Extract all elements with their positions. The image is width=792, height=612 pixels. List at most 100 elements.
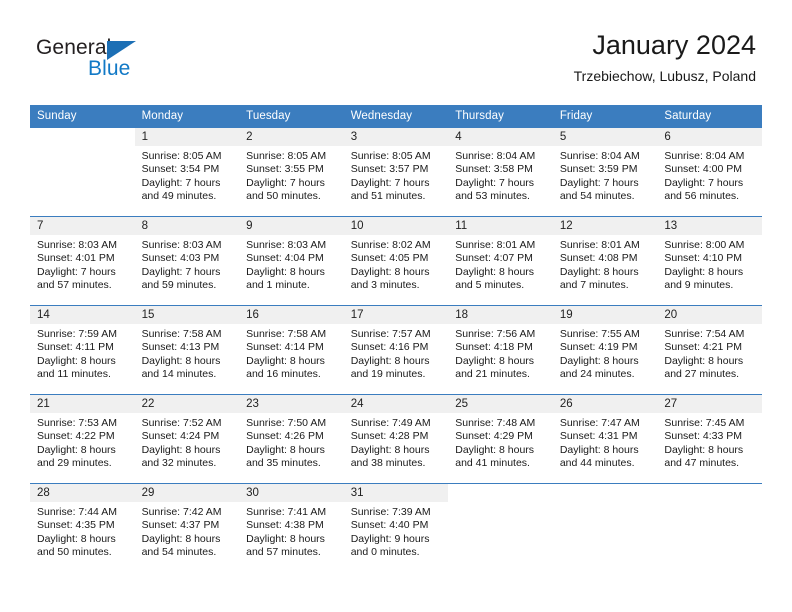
sunset-text: Sunset: 4:14 PM	[246, 341, 324, 354]
day-number: 6	[657, 128, 762, 146]
day-cell[interactable]: 8 Sunrise: 8:03 AM Sunset: 4:03 PM Dayli…	[134, 216, 240, 306]
daylight-text-line1: Daylight: 8 hours	[141, 532, 221, 545]
day-detail: Sunrise: 8:05 AM Sunset: 3:55 PM Dayligh…	[239, 146, 344, 204]
sunset-text: Sunset: 4:22 PM	[37, 430, 115, 443]
day-detail: Sunrise: 7:49 AM Sunset: 4:28 PM Dayligh…	[344, 413, 449, 471]
day-cell[interactable]: 26 Sunrise: 7:47 AM Sunset: 4:31 PM Dayl…	[552, 394, 658, 484]
day-cell[interactable]: 22 Sunrise: 7:52 AM Sunset: 4:24 PM Dayl…	[134, 394, 240, 484]
day-cell[interactable]: 7 Sunrise: 8:03 AM Sunset: 4:01 PM Dayli…	[30, 216, 135, 306]
day-cell[interactable]: 21 Sunrise: 7:53 AM Sunset: 4:22 PM Dayl…	[30, 394, 135, 484]
day-number: 30	[239, 484, 344, 502]
day-cell[interactable]: 19 Sunrise: 7:55 AM Sunset: 4:19 PM Dayl…	[552, 305, 658, 395]
sunset-text: Sunset: 3:55 PM	[246, 163, 324, 176]
title-block: January 2024 Trzebiechow, Lubusz, Poland	[574, 28, 756, 85]
sunrise-text: Sunrise: 7:48 AM	[455, 417, 536, 429]
day-cell[interactable]: 29 Sunrise: 7:42 AM Sunset: 4:37 PM Dayl…	[134, 483, 240, 573]
day-cell[interactable]: 31 Sunrise: 7:39 AM Sunset: 4:40 PM Dayl…	[343, 483, 449, 573]
day-cell[interactable]: 27 Sunrise: 7:45 AM Sunset: 4:33 PM Dayl…	[657, 394, 762, 484]
daylight-text-line1: Daylight: 7 hours	[350, 176, 430, 189]
sunrise-text: Sunrise: 7:45 AM	[664, 417, 745, 429]
daylight-text-line1: Daylight: 7 hours	[141, 176, 221, 189]
day-cell[interactable]: 30 Sunrise: 7:41 AM Sunset: 4:38 PM Dayl…	[239, 483, 344, 573]
day-cell[interactable]: 28 Sunrise: 7:44 AM Sunset: 4:35 PM Dayl…	[30, 483, 135, 573]
sunset-text: Sunset: 3:57 PM	[350, 163, 429, 176]
day-cell[interactable]: 25 Sunrise: 7:48 AM Sunset: 4:29 PM Dayl…	[448, 394, 553, 484]
day-detail	[448, 502, 553, 506]
sunrise-text: Sunrise: 7:58 AM	[246, 328, 327, 340]
daylight-text-line2: and 57 minutes.	[246, 546, 321, 559]
sunset-text: Sunset: 4:33 PM	[664, 430, 743, 443]
day-cell[interactable]: 5 Sunrise: 8:04 AM Sunset: 3:59 PM Dayli…	[552, 127, 658, 217]
sunrise-sunset-calendar: Sunday Monday Tuesday Wednesday Thursday…	[30, 105, 762, 573]
day-number: 18	[448, 306, 553, 324]
sunrise-text: Sunrise: 8:03 AM	[37, 239, 117, 251]
daylight-text-line1: Daylight: 8 hours	[141, 354, 221, 367]
day-detail: Sunrise: 8:01 AM Sunset: 4:07 PM Dayligh…	[448, 235, 553, 293]
calendar-week-row: 21 Sunrise: 7:53 AM Sunset: 4:22 PM Dayl…	[30, 394, 762, 484]
daylight-text-line2: and 0 minutes.	[350, 546, 420, 559]
daylight-text-line1: Daylight: 8 hours	[455, 443, 535, 456]
day-cell[interactable]: 11 Sunrise: 8:01 AM Sunset: 4:07 PM Dayl…	[448, 216, 553, 306]
day-detail: Sunrise: 7:42 AM Sunset: 4:37 PM Dayligh…	[135, 502, 240, 560]
day-detail: Sunrise: 7:41 AM Sunset: 4:38 PM Dayligh…	[239, 502, 344, 560]
day-detail: Sunrise: 7:50 AM Sunset: 4:26 PM Dayligh…	[239, 413, 344, 471]
day-cell[interactable]: 14 Sunrise: 7:59 AM Sunset: 4:11 PM Dayl…	[30, 305, 135, 395]
daylight-text-line2: and 49 minutes.	[141, 190, 217, 203]
day-cell[interactable]: 3 Sunrise: 8:05 AM Sunset: 3:57 PM Dayli…	[343, 127, 449, 217]
daylight-text-line2: and 29 minutes.	[37, 457, 112, 470]
daylight-text-line2: and 19 minutes.	[350, 368, 426, 381]
daylight-text-line1: Daylight: 7 hours	[559, 176, 639, 189]
day-cell[interactable]: 13 Sunrise: 8:00 AM Sunset: 4:10 PM Dayl…	[657, 216, 762, 306]
daylight-text-line1: Daylight: 8 hours	[350, 354, 430, 367]
day-cell[interactable]: 6 Sunrise: 8:04 AM Sunset: 4:00 PM Dayli…	[657, 127, 762, 217]
day-cell[interactable]: 1 Sunrise: 8:05 AM Sunset: 3:54 PM Dayli…	[134, 127, 240, 217]
day-detail: Sunrise: 7:54 AM Sunset: 4:21 PM Dayligh…	[657, 324, 762, 382]
daylight-text-line1: Daylight: 8 hours	[455, 265, 535, 278]
daylight-text-line2: and 35 minutes.	[246, 457, 321, 470]
calendar-header-row: Sunday Monday Tuesday Wednesday Thursday…	[30, 105, 762, 128]
sunset-text: Sunset: 4:08 PM	[559, 252, 638, 265]
day-detail: Sunrise: 8:03 AM Sunset: 4:04 PM Dayligh…	[239, 235, 344, 293]
day-cell[interactable]: 4 Sunrise: 8:04 AM Sunset: 3:58 PM Dayli…	[448, 127, 553, 217]
day-number: 17	[343, 306, 449, 324]
day-detail: Sunrise: 7:56 AM Sunset: 4:18 PM Dayligh…	[448, 324, 553, 382]
sunset-text: Sunset: 3:58 PM	[455, 163, 533, 176]
day-cell[interactable]: 23 Sunrise: 7:50 AM Sunset: 4:26 PM Dayl…	[239, 394, 344, 484]
sunrise-text: Sunrise: 7:54 AM	[664, 328, 745, 340]
sunset-text: Sunset: 4:00 PM	[664, 163, 743, 176]
sunset-text: Sunset: 4:11 PM	[37, 341, 114, 354]
day-cell[interactable]: 20 Sunrise: 7:54 AM Sunset: 4:21 PM Dayl…	[657, 305, 762, 395]
daylight-text-line2: and 47 minutes.	[664, 457, 740, 470]
day-cell[interactable]: 2 Sunrise: 8:05 AM Sunset: 3:55 PM Dayli…	[239, 127, 344, 217]
sunset-text: Sunset: 4:28 PM	[350, 430, 429, 443]
sunset-text: Sunset: 4:19 PM	[559, 341, 638, 354]
day-cell[interactable]: 17 Sunrise: 7:57 AM Sunset: 4:16 PM Dayl…	[343, 305, 449, 395]
daylight-text-line2: and 54 minutes.	[559, 190, 635, 203]
daylight-text-line2: and 9 minutes.	[664, 279, 734, 292]
sunrise-text: Sunrise: 7:47 AM	[559, 417, 640, 429]
sunset-text: Sunset: 4:18 PM	[455, 341, 533, 354]
day-cell[interactable]: 10 Sunrise: 8:02 AM Sunset: 4:05 PM Dayl…	[343, 216, 449, 306]
daylight-text-line1: Daylight: 8 hours	[664, 443, 744, 456]
day-cell[interactable]: 24 Sunrise: 7:49 AM Sunset: 4:28 PM Dayl…	[343, 394, 449, 484]
daylight-text-line1: Daylight: 8 hours	[350, 443, 430, 456]
sunrise-text: Sunrise: 7:52 AM	[141, 417, 222, 429]
sunset-text: Sunset: 4:10 PM	[664, 252, 743, 265]
day-number: 26	[552, 395, 658, 413]
daylight-text-line1: Daylight: 8 hours	[246, 265, 325, 278]
daylight-text-line1: Daylight: 8 hours	[664, 265, 744, 278]
sunset-text: Sunset: 4:37 PM	[141, 519, 220, 532]
day-cell[interactable]: 16 Sunrise: 7:58 AM Sunset: 4:14 PM Dayl…	[239, 305, 344, 395]
sunrise-text: Sunrise: 8:04 AM	[455, 150, 536, 162]
day-cell[interactable]: 15 Sunrise: 7:58 AM Sunset: 4:13 PM Dayl…	[134, 305, 240, 395]
calendar-body: 1 Sunrise: 8:05 AM Sunset: 3:54 PM Dayli…	[30, 127, 762, 573]
day-cell[interactable]: 9 Sunrise: 8:03 AM Sunset: 4:04 PM Dayli…	[239, 216, 344, 306]
day-cell[interactable]: 18 Sunrise: 7:56 AM Sunset: 4:18 PM Dayl…	[448, 305, 553, 395]
daylight-text-line1: Daylight: 7 hours	[455, 176, 535, 189]
day-cell[interactable]: 12 Sunrise: 8:01 AM Sunset: 4:08 PM Dayl…	[552, 216, 658, 306]
sunset-text: Sunset: 4:35 PM	[37, 519, 115, 532]
day-number	[552, 484, 658, 502]
sunrise-text: Sunrise: 8:03 AM	[246, 239, 327, 251]
sunrise-text: Sunrise: 8:05 AM	[246, 150, 327, 162]
sunset-text: Sunset: 4:01 PM	[37, 252, 115, 265]
